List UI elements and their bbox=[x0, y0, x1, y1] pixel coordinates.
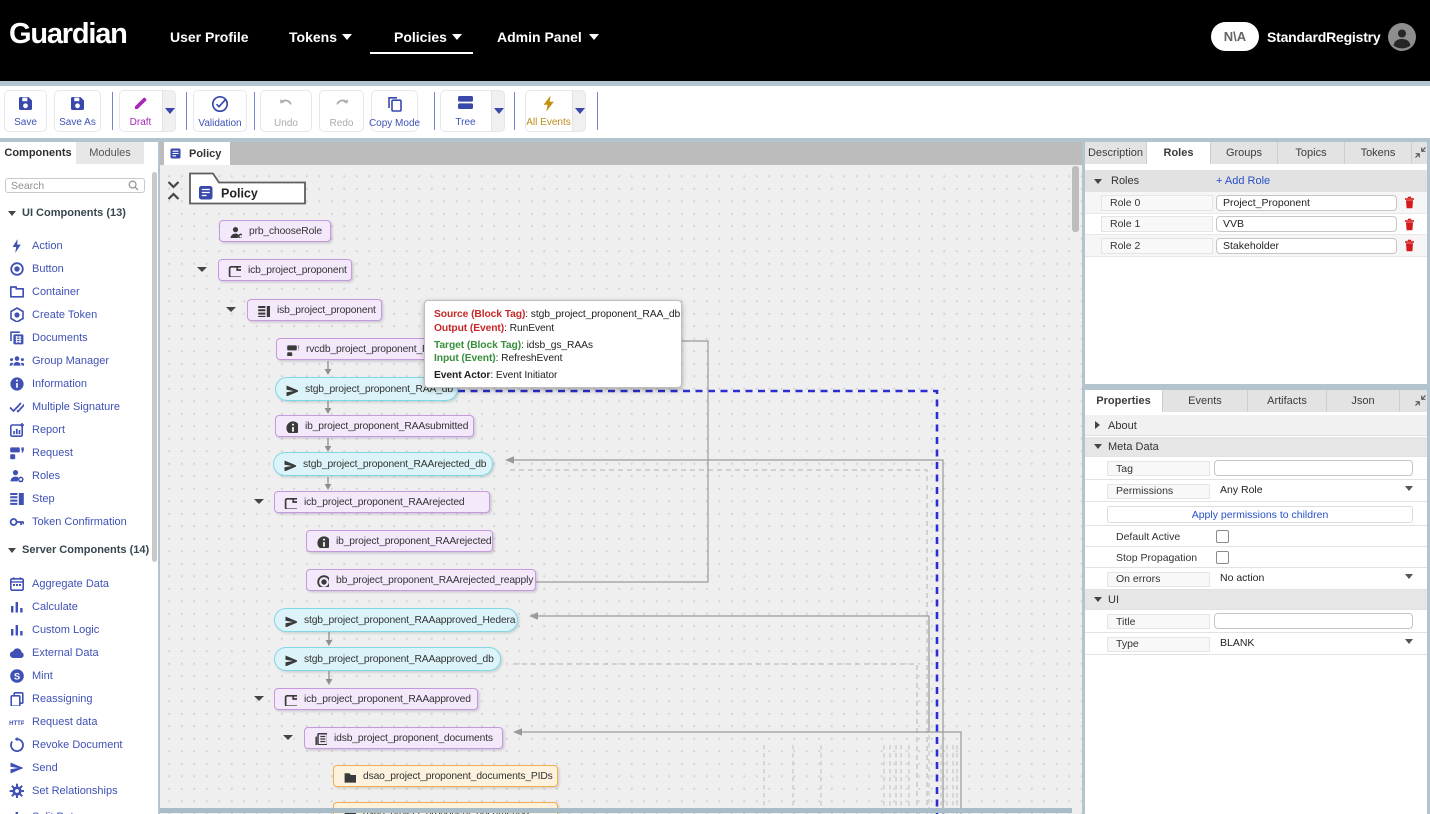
svg-text:HTTP: HTTP bbox=[9, 721, 24, 727]
svg-text:S: S bbox=[14, 671, 20, 682]
svg-text:Policy: Policy bbox=[221, 187, 258, 201]
